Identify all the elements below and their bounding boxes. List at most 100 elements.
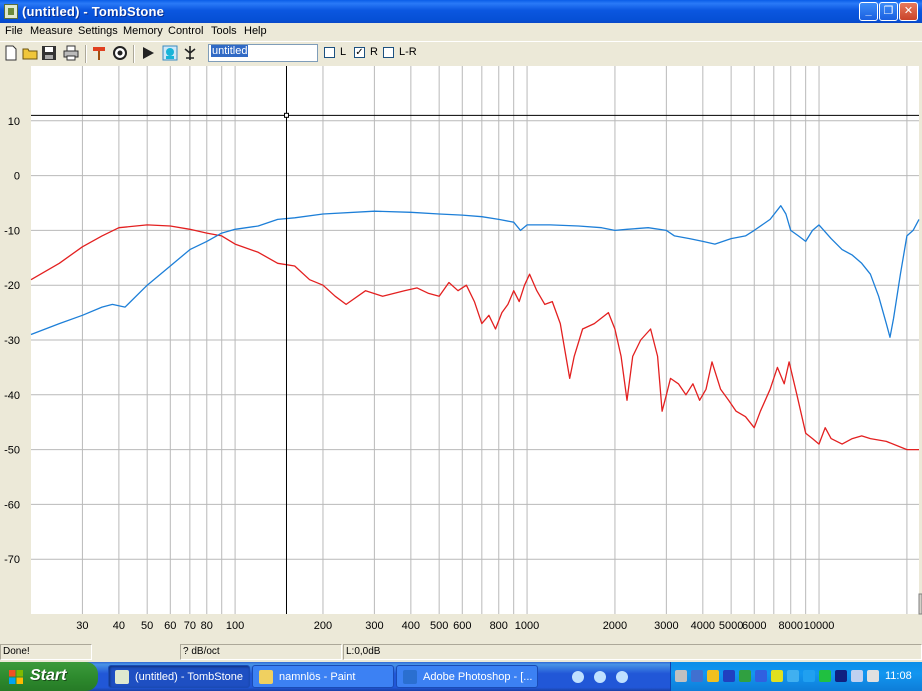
x-tick-label: 600 [453,620,471,632]
frequency-response-plot[interactable]: 30 40 50 60 70 80 100 200 300 400 500 600 800 1000 200… [0,66,922,642]
chart-svg[interactable]: 30 40 50 60 70 80 100 200 300 400 500 600 800 1000 200… [0,66,922,642]
maximize-button[interactable]: ❐ [879,2,898,21]
probe-icon[interactable] [91,45,107,61]
x-tick-label: 2000 [603,620,627,632]
tray-audio-icon[interactable] [835,670,847,682]
measurement-name-input[interactable]: untitled [208,44,318,62]
tray-green-icon[interactable] [819,670,831,682]
checkbox-right[interactable]: ✓ [354,47,365,58]
monitor-icon[interactable] [162,45,178,61]
checkbox-left-label: L [340,46,347,58]
tray-filter-icon[interactable] [723,670,735,682]
x-tick-label: 500 [430,620,448,632]
y-tick-label: -50 [4,445,20,457]
x-tick-label: 4000 [691,620,715,632]
window-title: (untitled) - TombStone [22,4,165,19]
tray-user-icon[interactable] [691,670,703,682]
y-tick-label: -60 [4,499,20,511]
y-tick-label: -70 [4,554,20,566]
checkbox-left[interactable] [324,47,335,58]
minimize-button[interactable]: _ [859,2,878,21]
x-tick-label: 50 [141,620,153,632]
x-tick-label: 100 [226,620,244,632]
windows-logo-icon [9,670,23,684]
x-tick-label: 80 [201,620,213,632]
x-tick-label: 3000 [654,620,678,632]
x-tick-label: 800 [490,620,508,632]
system-tray: 11:08 [670,662,922,691]
tombstone-task-icon [115,670,129,684]
y-tick-label: -30 [4,335,20,347]
menu-help[interactable]: Help [244,25,267,37]
tray-network-icon[interactable] [675,670,687,682]
status-bar: Done! ? dB/oct L:0,0dB [0,643,922,661]
x-tick-label: 300 [365,620,383,632]
checkbox-right-label: R [370,46,378,58]
app-icon[interactable] [4,4,18,19]
tray-shield-icon[interactable] [707,670,719,682]
menu-bar: File Measure Settings Memory Control Too… [0,23,922,41]
x-tick-label: 30 [76,620,88,632]
tray-monitor-icon[interactable] [771,670,783,682]
title-bar[interactable]: (untitled) - TombStone _ ❐ ✕ [0,0,922,23]
app-window: (untitled) - TombStone _ ❐ ✕ File Measur… [0,0,922,691]
menu-control[interactable]: Control [168,25,203,37]
tray-globe-icon[interactable] [787,670,799,682]
open-icon[interactable] [22,45,38,61]
tray-cloud-icon[interactable] [739,670,751,682]
target-icon[interactable] [112,45,128,61]
checkbox-diff-label: L-R [399,46,417,58]
x-tick-label: 10000 [804,620,835,632]
new-icon[interactable] [3,45,19,61]
tray-sync-icon[interactable] [755,670,767,682]
x-tick-label: 400 [402,620,420,632]
tuning-icon[interactable] [182,45,198,61]
status-slope: ? dB/oct [180,644,342,660]
x-tick-label: 5000 [719,620,743,632]
taskbar: Start (untitled) - TombStone namnlös - P… [0,662,922,691]
y-tick-label: -20 [4,280,20,292]
quicklaunch-disc-icon[interactable] [616,671,628,683]
toolbar-separator [133,45,135,63]
menu-memory[interactable]: Memory [123,25,163,37]
print-icon[interactable] [63,45,79,61]
menu-measure[interactable]: Measure [30,25,73,37]
status-message: Done! [0,644,92,660]
paint-task-icon [259,670,273,684]
status-level: L:0,0dB [343,644,922,660]
tray-volume-icon[interactable] [851,670,863,682]
task-tombstone[interactable]: (untitled) - TombStone [108,665,250,688]
y-tick-label: -10 [4,225,20,237]
y-tick-label: 10 [8,116,20,128]
task-photoshop[interactable]: Adobe Photoshop - [... [396,665,538,688]
quicklaunch-media-icon[interactable] [594,671,606,683]
x-tick-label: 60 [164,620,176,632]
x-tick-label: 40 [113,620,125,632]
quicklaunch-ie-icon[interactable] [572,671,584,683]
x-tick-label: 8000 [778,620,802,632]
save-icon[interactable] [41,45,57,61]
cursor-marker [283,112,289,118]
toolbar-separator [85,45,87,63]
task-paint[interactable]: namnlös - Paint [252,665,394,688]
play-icon[interactable] [140,45,156,61]
task-paint-label: namnlös - Paint [279,671,356,683]
measurement-name-value: untitled [211,45,249,57]
tray-refresh-icon[interactable] [803,670,815,682]
x-tick-label: 70 [184,620,196,632]
close-button[interactable]: ✕ [899,2,918,21]
menu-settings[interactable]: Settings [78,25,118,37]
menu-tools[interactable]: Tools [211,25,237,37]
tray-misc-icon[interactable] [867,670,879,682]
clock: 11:08 [885,670,912,682]
menu-file[interactable]: File [5,25,23,37]
y-tick-label: -40 [4,390,20,402]
start-button[interactable]: Start [0,662,98,691]
x-tick-label: 6000 [742,620,766,632]
photoshop-task-icon [403,670,417,684]
start-label: Start [30,667,67,684]
x-tick-label: 200 [314,620,332,632]
checkbox-right-check-icon: ✓ [355,47,364,58]
toolbar: untitled L ✓ R L-R [0,41,922,65]
checkbox-diff[interactable] [383,47,394,58]
